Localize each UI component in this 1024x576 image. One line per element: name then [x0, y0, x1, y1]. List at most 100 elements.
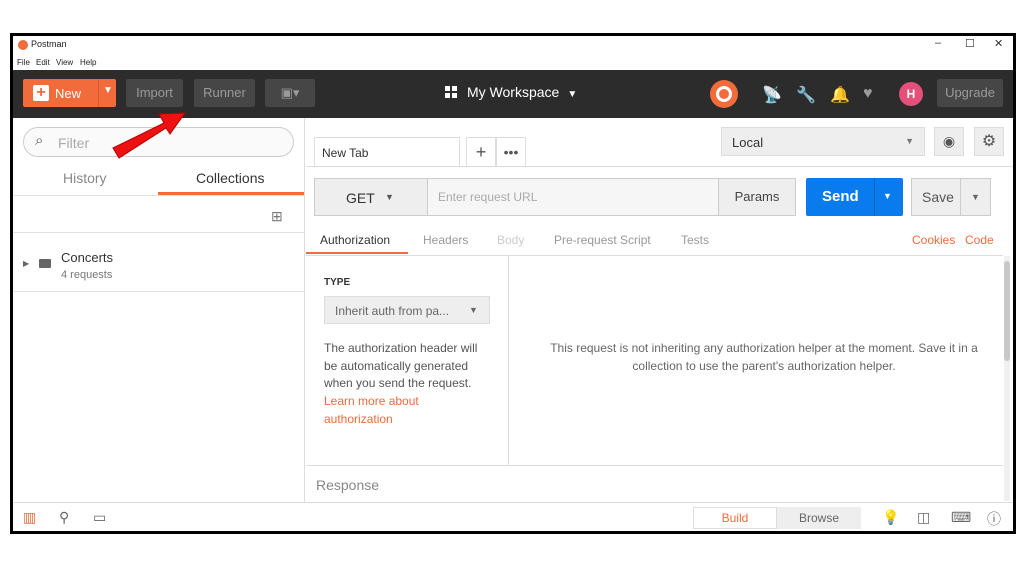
menu-view[interactable]: View — [56, 58, 73, 67]
collection-name: Concerts — [61, 250, 114, 265]
workspace-name: My Workspace — [467, 84, 560, 100]
workspace-switcher[interactable]: My Workspace ▼ — [445, 84, 577, 100]
tab-new-tab[interactable]: New Tab — [314, 137, 460, 167]
url-input[interactable]: Enter request URL — [427, 178, 719, 216]
menu-file[interactable]: File — [17, 58, 30, 67]
tab-pre-request-script[interactable]: Pre-request Script — [554, 233, 651, 247]
tab-authorization[interactable]: Authorization — [320, 233, 390, 247]
divider — [306, 465, 1003, 466]
caret-down-icon[interactable]: ▼ — [971, 192, 980, 202]
lightbulb-icon[interactable]: 💡 — [882, 509, 899, 526]
send-divider — [874, 178, 875, 216]
save-divider — [960, 179, 961, 215]
eye-icon[interactable]: ◉ — [934, 127, 964, 156]
code-link[interactable]: Code — [965, 233, 994, 247]
help-icon[interactable]: ⓘ — [987, 509, 1001, 529]
minimize-button[interactable]: – — [935, 37, 941, 49]
tab-history[interactable]: History — [63, 170, 107, 186]
title-bar: Postman – ☐ ✕ — [13, 36, 1013, 54]
heart-icon[interactable]: ♥ — [863, 85, 873, 103]
maximize-button[interactable]: ☐ — [965, 37, 975, 50]
params-button[interactable]: Params — [718, 178, 796, 216]
expand-caret-icon[interactable]: ▶ — [23, 259, 29, 268]
more-tabs-button[interactable]: ••• — [496, 137, 526, 167]
auth-description: The authorization header will be automat… — [324, 341, 478, 390]
auth-type-select[interactable]: Inherit auth from pa... ▼ — [324, 296, 490, 324]
upgrade-button[interactable]: Upgrade — [937, 79, 1003, 107]
scrollbar-thumb[interactable] — [1004, 261, 1010, 361]
send-button[interactable]: Send ▼ — [806, 178, 903, 216]
menu-help[interactable]: Help — [80, 58, 96, 67]
divider — [13, 195, 305, 196]
keyboard-icon[interactable]: ⌨ — [951, 509, 971, 526]
filter-input[interactable]: ⌕ Filter — [23, 127, 294, 157]
new-window-icon: ▣▾ — [280, 85, 300, 100]
divider — [306, 166, 1013, 167]
collection-count: 4 requests — [61, 269, 113, 281]
learn-more-link[interactable]: Learn more about authorization — [324, 393, 444, 428]
menu-bar: File Edit View Help — [13, 54, 1013, 70]
chevron-down-icon[interactable]: ▼ — [103, 85, 113, 96]
new-window-button[interactable]: ▣▾ — [265, 79, 315, 107]
two-pane-icon[interactable]: ◫ — [917, 509, 930, 526]
browse-mode-button[interactable]: Browse — [777, 507, 861, 529]
satellite-icon[interactable]: 📡 — [762, 85, 782, 105]
caret-down-icon: ▼ — [469, 305, 478, 315]
wrench-icon[interactable]: 🔧 — [796, 85, 816, 105]
menu-edit[interactable]: Edit — [36, 58, 50, 67]
caret-down-icon: ▼ — [905, 136, 914, 146]
avatar[interactable]: H — [899, 82, 923, 106]
new-label: New — [55, 86, 82, 101]
caret-down-icon: ▼ — [567, 89, 578, 100]
divider — [13, 291, 305, 292]
search-icon: ⌕ — [35, 132, 44, 149]
gear-icon[interactable]: ⚙ — [974, 127, 1004, 156]
find-icon[interactable]: ⚲ — [59, 509, 69, 526]
tab-collections[interactable]: Collections — [196, 170, 264, 186]
type-label: TYPE — [324, 277, 351, 288]
plus-icon: + — [33, 85, 49, 101]
sidebar-toggle-icon[interactable]: ▥ — [23, 509, 36, 526]
window-title: Postman — [31, 39, 67, 49]
tab-headers[interactable]: Headers — [423, 233, 468, 247]
new-collection-icon[interactable]: ⊞ — [271, 208, 283, 225]
close-button[interactable]: ✕ — [994, 37, 1003, 50]
status-bar: ▥ ⚲ ▭ Build Browse 💡 ◫ ⌨ ⓘ — [13, 502, 1013, 531]
sidebar: ⌕ Filter History Collections ⊞ ▶ Concert… — [13, 118, 305, 502]
new-divider — [98, 79, 99, 107]
tab-body[interactable]: Body — [497, 233, 524, 247]
active-tab-underline — [306, 252, 408, 254]
runner-button[interactable]: Runner — [194, 79, 255, 107]
build-mode-button[interactable]: Build — [693, 507, 777, 529]
save-label: Save — [922, 189, 954, 205]
add-tab-button[interactable]: + — [466, 137, 496, 167]
auth-type-value: Inherit auth from pa... — [335, 304, 450, 318]
console-icon[interactable]: ▭ — [93, 509, 106, 526]
import-button[interactable]: Import — [126, 79, 183, 107]
url-placeholder: Enter request URL — [438, 190, 538, 204]
auth-type-panel: TYPE Inherit auth from pa... ▼ The autho… — [306, 256, 509, 465]
postman-window: Postman – ☐ ✕ File Edit View Help + New … — [10, 33, 1016, 534]
tab-tests[interactable]: Tests — [681, 233, 709, 247]
method-select[interactable]: GET ▼ — [314, 178, 428, 216]
cookies-link[interactable]: Cookies — [912, 233, 955, 247]
postman-logo-icon — [18, 40, 28, 50]
sync-icon[interactable] — [710, 80, 738, 108]
request-builder: New Tab + ••• Local ▼ ◉ ⚙ GET ▼ Enter re… — [306, 118, 1013, 502]
save-button[interactable]: Save ▼ — [911, 178, 991, 216]
method-value: GET — [346, 190, 375, 206]
grid-icon — [445, 86, 457, 98]
new-button[interactable]: + New ▼ — [23, 79, 116, 107]
auth-message: This request is not inheriting any autho… — [550, 341, 978, 373]
caret-down-icon: ▼ — [385, 192, 394, 202]
environment-value: Local — [732, 135, 764, 150]
folder-icon — [39, 259, 51, 268]
divider — [13, 232, 305, 233]
bell-icon[interactable]: 🔔 — [830, 85, 850, 105]
environment-select[interactable]: Local ▼ — [721, 127, 925, 156]
scrollbar[interactable] — [1004, 256, 1010, 501]
send-label: Send — [822, 188, 859, 205]
filter-placeholder: Filter — [58, 135, 90, 151]
caret-down-icon[interactable]: ▼ — [883, 191, 892, 201]
response-label[interactable]: Response — [316, 477, 379, 493]
